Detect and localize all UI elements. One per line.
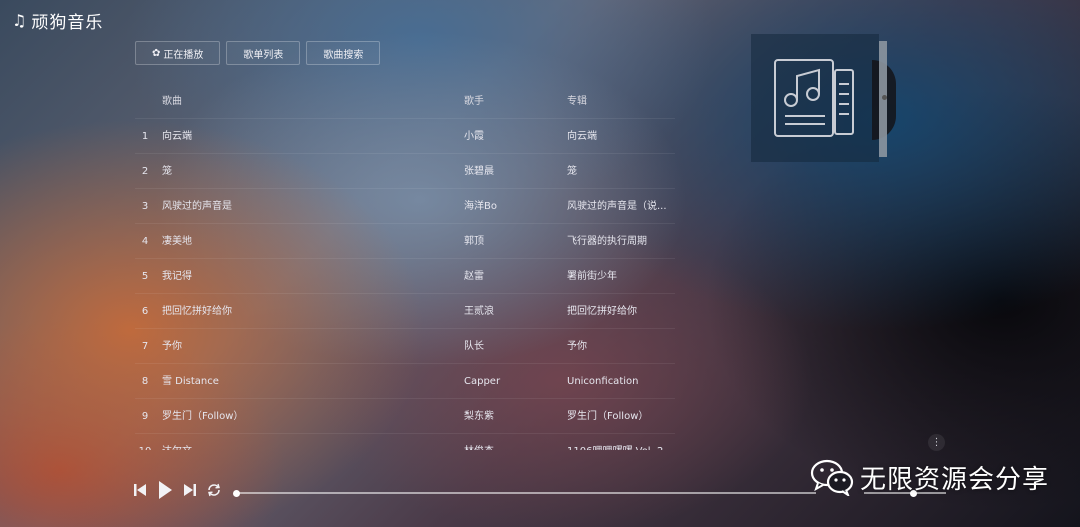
song-row[interactable]: 8 雪 Distance Capper Uniconfication — [135, 364, 675, 399]
song-artist: 赵雷 — [464, 271, 484, 282]
app-title: ♫ 顽狗音乐 — [12, 8, 103, 33]
song-index: 5 — [141, 271, 149, 282]
song-index: 10 — [135, 434, 155, 450]
song-artist: 小霞 — [464, 131, 484, 142]
song-artist: 张碧晨 — [464, 166, 494, 177]
song-title: 达尔文 — [162, 434, 452, 450]
song-album: 风驶过的声音是（说... — [567, 201, 667, 212]
repeat-icon[interactable] — [206, 482, 222, 498]
song-artist: 海洋Bo — [464, 201, 497, 212]
watermark-text: 无限资源会分享 — [860, 464, 1050, 495]
song-title: 把回忆拼好给你 — [162, 306, 232, 317]
song-title: 予你 — [162, 341, 182, 352]
song-artist: 梨东紫 — [464, 411, 494, 422]
more-options-icon[interactable]: ⋮ — [928, 434, 945, 451]
music-note-icon: ♫ — [12, 11, 28, 30]
song-index: 1 — [141, 131, 149, 142]
song-album: 予你 — [567, 341, 587, 352]
column-header-song: 歌曲 — [162, 96, 182, 107]
song-row[interactable]: 1 向云端 小霞 向云端 — [135, 119, 675, 154]
song-title: 凄美地 — [162, 236, 192, 247]
song-index: 4 — [141, 236, 149, 247]
tab-now-playing[interactable]: ✿ 正在播放 — [135, 41, 221, 65]
song-list-header: 歌曲 歌手 专辑 — [135, 84, 675, 119]
song-index: 7 — [141, 341, 149, 352]
column-header-album: 专辑 — [567, 96, 587, 107]
song-title: 雪 Distance — [162, 376, 219, 387]
song-index: 9 — [141, 411, 149, 422]
song-row[interactable]: 4 凄美地 郭顶 飞行器的执行周期 — [135, 224, 675, 259]
nav-tabs: ✿ 正在播放 歌单列表 歌曲搜索 — [135, 41, 381, 65]
song-title: 风驶过的声音是 — [162, 201, 232, 212]
watermark: 无限资源会分享 — [810, 458, 1049, 496]
song-artist: 队长 — [464, 341, 484, 352]
wechat-icon — [810, 459, 854, 496]
tab-playlist[interactable]: 歌单列表 — [226, 41, 301, 65]
song-artist: 林俊杰 — [464, 434, 556, 450]
song-row[interactable]: 5 我记得 赵雷 署前街少年 — [135, 259, 675, 294]
song-index: 2 — [141, 166, 149, 177]
skip-next-icon[interactable] — [182, 482, 198, 498]
song-album: 飞行器的执行周期 — [567, 236, 647, 247]
song-album: Uniconfication — [567, 376, 639, 387]
tab-now-playing-label: 正在播放 — [163, 49, 204, 61]
song-row[interactable]: 7 予你 队长 予你 — [135, 329, 675, 364]
tab-playlist-label: 歌单列表 — [243, 49, 284, 61]
song-index: 8 — [141, 376, 149, 387]
song-album: 1106哩哩啰啰 Vol. 2 — [567, 434, 667, 450]
song-row[interactable]: 3 风驶过的声音是 海洋Bo 风驶过的声音是（说... — [135, 189, 675, 224]
disc-center-dot — [882, 95, 887, 100]
song-title: 笼 — [162, 166, 172, 177]
player-controls — [132, 480, 222, 500]
progress-bar[interactable] — [233, 489, 816, 497]
song-album: 把回忆拼好给你 — [567, 306, 637, 317]
song-index: 3 — [141, 201, 149, 212]
flower-icon: ✿ — [152, 47, 161, 59]
tab-song-search[interactable]: 歌曲搜索 — [306, 41, 381, 65]
album-cover — [751, 34, 879, 162]
column-header-artist: 歌手 — [464, 96, 484, 107]
song-album: 署前街少年 — [567, 271, 617, 282]
app-title-text: 顽狗音乐 — [31, 13, 104, 33]
song-index: 6 — [141, 306, 149, 317]
song-artist: 王贰浪 — [464, 306, 494, 317]
song-album: 罗生门（Follow） — [567, 411, 649, 422]
song-title: 罗生门（Follow） — [162, 411, 244, 422]
song-list[interactable]: 歌曲 歌手 专辑 1 向云端 小霞 向云端 2 笼 张碧晨 笼 3 风驶过的声音是 海洋Bo 风驶过的… — [135, 84, 675, 450]
song-row[interactable]: 10 达尔文林俊杰 1106哩哩啰啰 Vol. 2 — [135, 434, 675, 450]
song-title: 向云端 — [162, 131, 192, 142]
music-document-icon — [774, 59, 854, 137]
song-artist: 郭顶 — [464, 236, 484, 247]
skip-previous-icon[interactable] — [132, 482, 148, 498]
song-title: 我记得 — [162, 271, 192, 282]
song-row[interactable]: 6 把回忆拼好给你 王贰浪 把回忆拼好给你 — [135, 294, 675, 329]
play-icon[interactable] — [156, 480, 174, 500]
song-album: 笼 — [567, 166, 577, 177]
song-row[interactable]: 9 罗生门（Follow） 梨东紫 罗生门（Follow） — [135, 399, 675, 434]
tab-song-search-label: 歌曲搜索 — [323, 49, 364, 61]
song-artist: Capper — [464, 376, 501, 387]
song-album: 向云端 — [567, 131, 597, 142]
progress-handle[interactable] — [233, 489, 240, 497]
song-row[interactable]: 2 笼 张碧晨 笼 — [135, 154, 675, 189]
